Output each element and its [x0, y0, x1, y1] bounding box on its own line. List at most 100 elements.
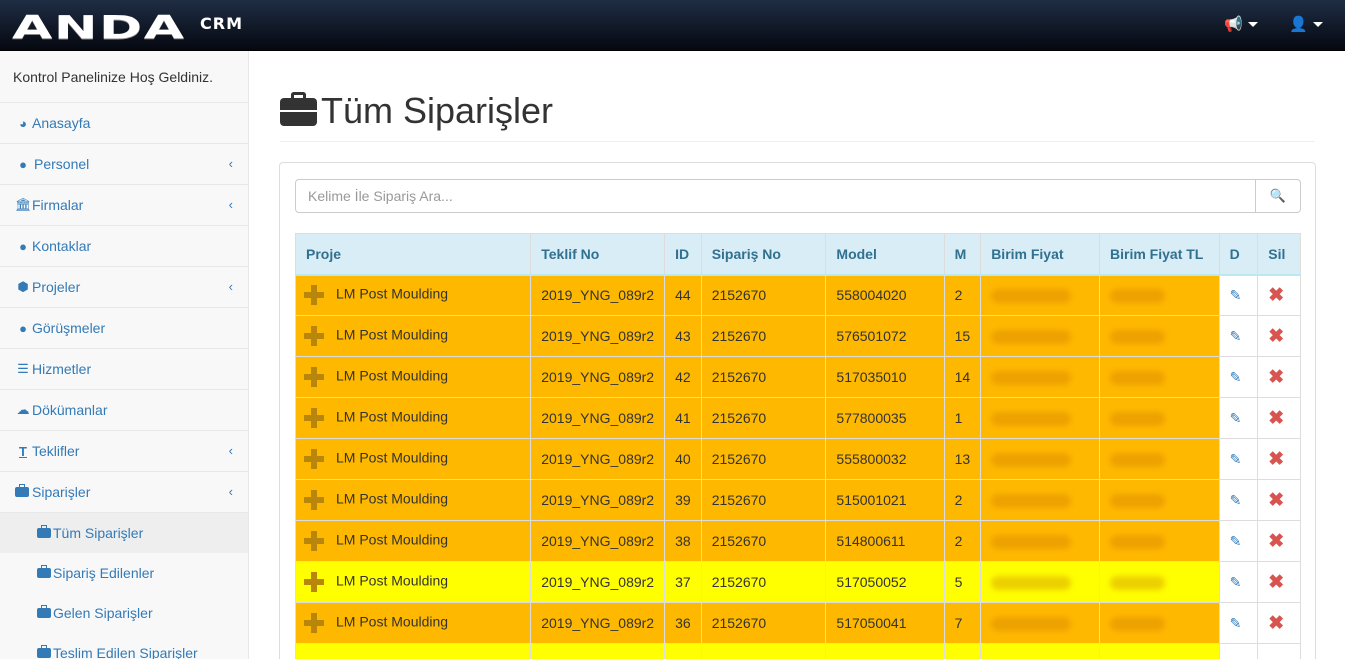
column-header[interactable]: Model: [825, 233, 945, 276]
column-header[interactable]: Birim Fiyat: [980, 233, 1100, 276]
blurred-value: [991, 330, 1072, 345]
cell-m: 2: [943, 274, 982, 316]
expand-plus-icon[interactable]: [304, 572, 324, 592]
sidebar-item-gorusmeler[interactable]: ● Görüşmeler: [0, 308, 248, 349]
cell-m: 7: [943, 602, 982, 644]
cell-edit: ✎: [1218, 479, 1259, 521]
edit-icon[interactable]: ✎: [1230, 574, 1242, 590]
sidebar-item-anasayfa[interactable]: ◕ Anasayfa: [0, 103, 248, 144]
sidebar-item-label: Teklifler: [32, 443, 80, 459]
cell-edit: ✎: [1218, 397, 1259, 439]
column-header[interactable]: M: [943, 233, 982, 276]
cell-text: 2152670: [711, 492, 767, 508]
delete-icon[interactable]: ✖: [1268, 531, 1284, 552]
column-header[interactable]: ID: [664, 233, 702, 276]
cell-model: 517050052: [825, 561, 945, 603]
cell-proje: LM Post Moulding: [294, 274, 532, 316]
cell-siparis-no: 2152670: [700, 520, 827, 562]
sidebar-subitem-label: Gelen Siparişler: [53, 605, 153, 621]
search-input[interactable]: [296, 180, 1255, 212]
briefcase-icon: [37, 605, 51, 618]
blurred-value: [1110, 289, 1165, 304]
edit-icon[interactable]: ✎: [1230, 533, 1242, 549]
page-title: Tüm Siparişler: [321, 90, 554, 131]
cell-id: 44: [664, 274, 702, 316]
edit-icon[interactable]: ✎: [1230, 410, 1242, 426]
expand-plus-icon[interactable]: [304, 531, 324, 551]
column-header[interactable]: Proje: [294, 233, 532, 276]
delete-icon[interactable]: ✖: [1268, 449, 1284, 470]
sidebar-item-kontaklar[interactable]: ● Kontaklar: [0, 226, 248, 267]
cell-text: 2: [954, 492, 963, 508]
edit-icon[interactable]: ✎: [1230, 287, 1242, 303]
cell-birim-fiyat: [980, 438, 1100, 480]
sidebar-item-label: Hizmetler: [32, 361, 92, 377]
sidebar-item-hizmetler[interactable]: ☰ Hizmetler: [0, 349, 248, 390]
sidebar-subitem-tum-siparisler[interactable]: Tüm Siparişler: [0, 513, 248, 553]
cell-text: 2152670: [711, 369, 767, 385]
cell-model: 515001021: [825, 479, 945, 521]
cell-proje: LM Post Moulding: [294, 356, 532, 398]
delete-icon[interactable]: ✖: [1268, 285, 1284, 306]
notifications-dropdown[interactable]: 📢: [1224, 15, 1258, 33]
expand-plus-icon[interactable]: [304, 449, 324, 469]
sidebar: Kontrol Panelinize Hoş Geldiniz. ◕ Anasa…: [0, 51, 249, 659]
column-header[interactable]: D: [1218, 233, 1259, 276]
cell-text: LM Post Moulding: [336, 367, 449, 384]
sidebar-item-dokumanlar[interactable]: ☁ Dökümanlar: [0, 390, 248, 431]
user-dropdown[interactable]: 👤: [1289, 15, 1323, 33]
cell-birim-fiyat-tl: [1099, 602, 1220, 644]
expand-plus-icon[interactable]: [304, 367, 324, 387]
sidebar-subitem-siparis-edilenler[interactable]: Sipariş Edilenler: [0, 553, 248, 593]
delete-icon[interactable]: ✖: [1268, 572, 1284, 593]
edit-icon[interactable]: ✎: [1230, 451, 1242, 467]
expand-plus-icon[interactable]: [304, 285, 324, 306]
delete-icon[interactable]: ✖: [1268, 408, 1284, 429]
cell-birim-fiyat-tl: [1099, 520, 1220, 562]
cell-birim-fiyat: [980, 397, 1100, 439]
expand-plus-icon[interactable]: [304, 490, 324, 510]
expand-plus-icon[interactable]: [304, 408, 324, 428]
cell-proje: LM Post Moulding: [294, 561, 532, 603]
cell-edit: [1218, 643, 1259, 659]
user-icon: 👤: [1289, 16, 1308, 33]
sidebar-subitem-teslim-edilen[interactable]: Teslim Edilen Siparişler: [0, 633, 248, 659]
edit-icon[interactable]: ✎: [1230, 615, 1242, 631]
brand-name: ANDA: [12, 9, 186, 47]
sidebar-item-siparisler[interactable]: Siparişler ‹: [0, 472, 248, 513]
edit-icon[interactable]: ✎: [1230, 328, 1242, 344]
cell-birim-fiyat-tl: [1099, 438, 1220, 480]
expand-plus-icon[interactable]: [304, 613, 324, 633]
sidebar-item-personel[interactable]: ● Personel ‹: [0, 144, 248, 185]
comments-icon: ●: [19, 320, 27, 336]
sidebar-item-teklifler[interactable]: T Teklifler ‹: [0, 431, 248, 472]
expand-plus-icon[interactable]: [304, 326, 324, 346]
sidebar-subitem-gelen-siparisler[interactable]: Gelen Siparişler: [0, 593, 248, 633]
blurred-value: [1110, 535, 1165, 550]
cell-text: 517050041: [836, 615, 907, 631]
edit-icon[interactable]: ✎: [1230, 492, 1242, 508]
briefcase-icon: [37, 525, 51, 538]
column-header[interactable]: Sil: [1257, 233, 1301, 276]
delete-icon[interactable]: ✖: [1268, 490, 1284, 511]
delete-icon[interactable]: ✖: [1268, 367, 1284, 388]
brand-logo[interactable]: ANDA: [12, 10, 184, 44]
sidebar-item-firmalar[interactable]: 🏛 Firmalar ‹: [0, 185, 248, 226]
column-header[interactable]: Sipariş No: [700, 233, 827, 276]
cell-edit: ✎: [1218, 520, 1259, 562]
blurred-value: [1110, 330, 1165, 345]
sidebar-item-label: Projeler: [32, 279, 81, 295]
blurred-value: [1110, 494, 1165, 509]
sidebar-item-projeler[interactable]: ⬢ Projeler ‹: [0, 267, 248, 308]
delete-icon[interactable]: ✖: [1268, 613, 1284, 634]
delete-icon[interactable]: ✖: [1268, 326, 1284, 347]
column-header[interactable]: Birim Fiyat TL: [1099, 233, 1220, 276]
edit-icon[interactable]: ✎: [1230, 369, 1242, 385]
cell-m: [943, 643, 982, 659]
sidebar-item-label: Kontaklar: [32, 238, 92, 254]
search-button[interactable]: 🔍: [1255, 180, 1300, 212]
cell-text: 2019_YNG_089r2: [541, 451, 655, 467]
cell-birim-fiyat-tl: [1099, 643, 1220, 659]
cell-birim-fiyat: [980, 274, 1100, 316]
column-header[interactable]: Teklif No: [530, 233, 666, 276]
